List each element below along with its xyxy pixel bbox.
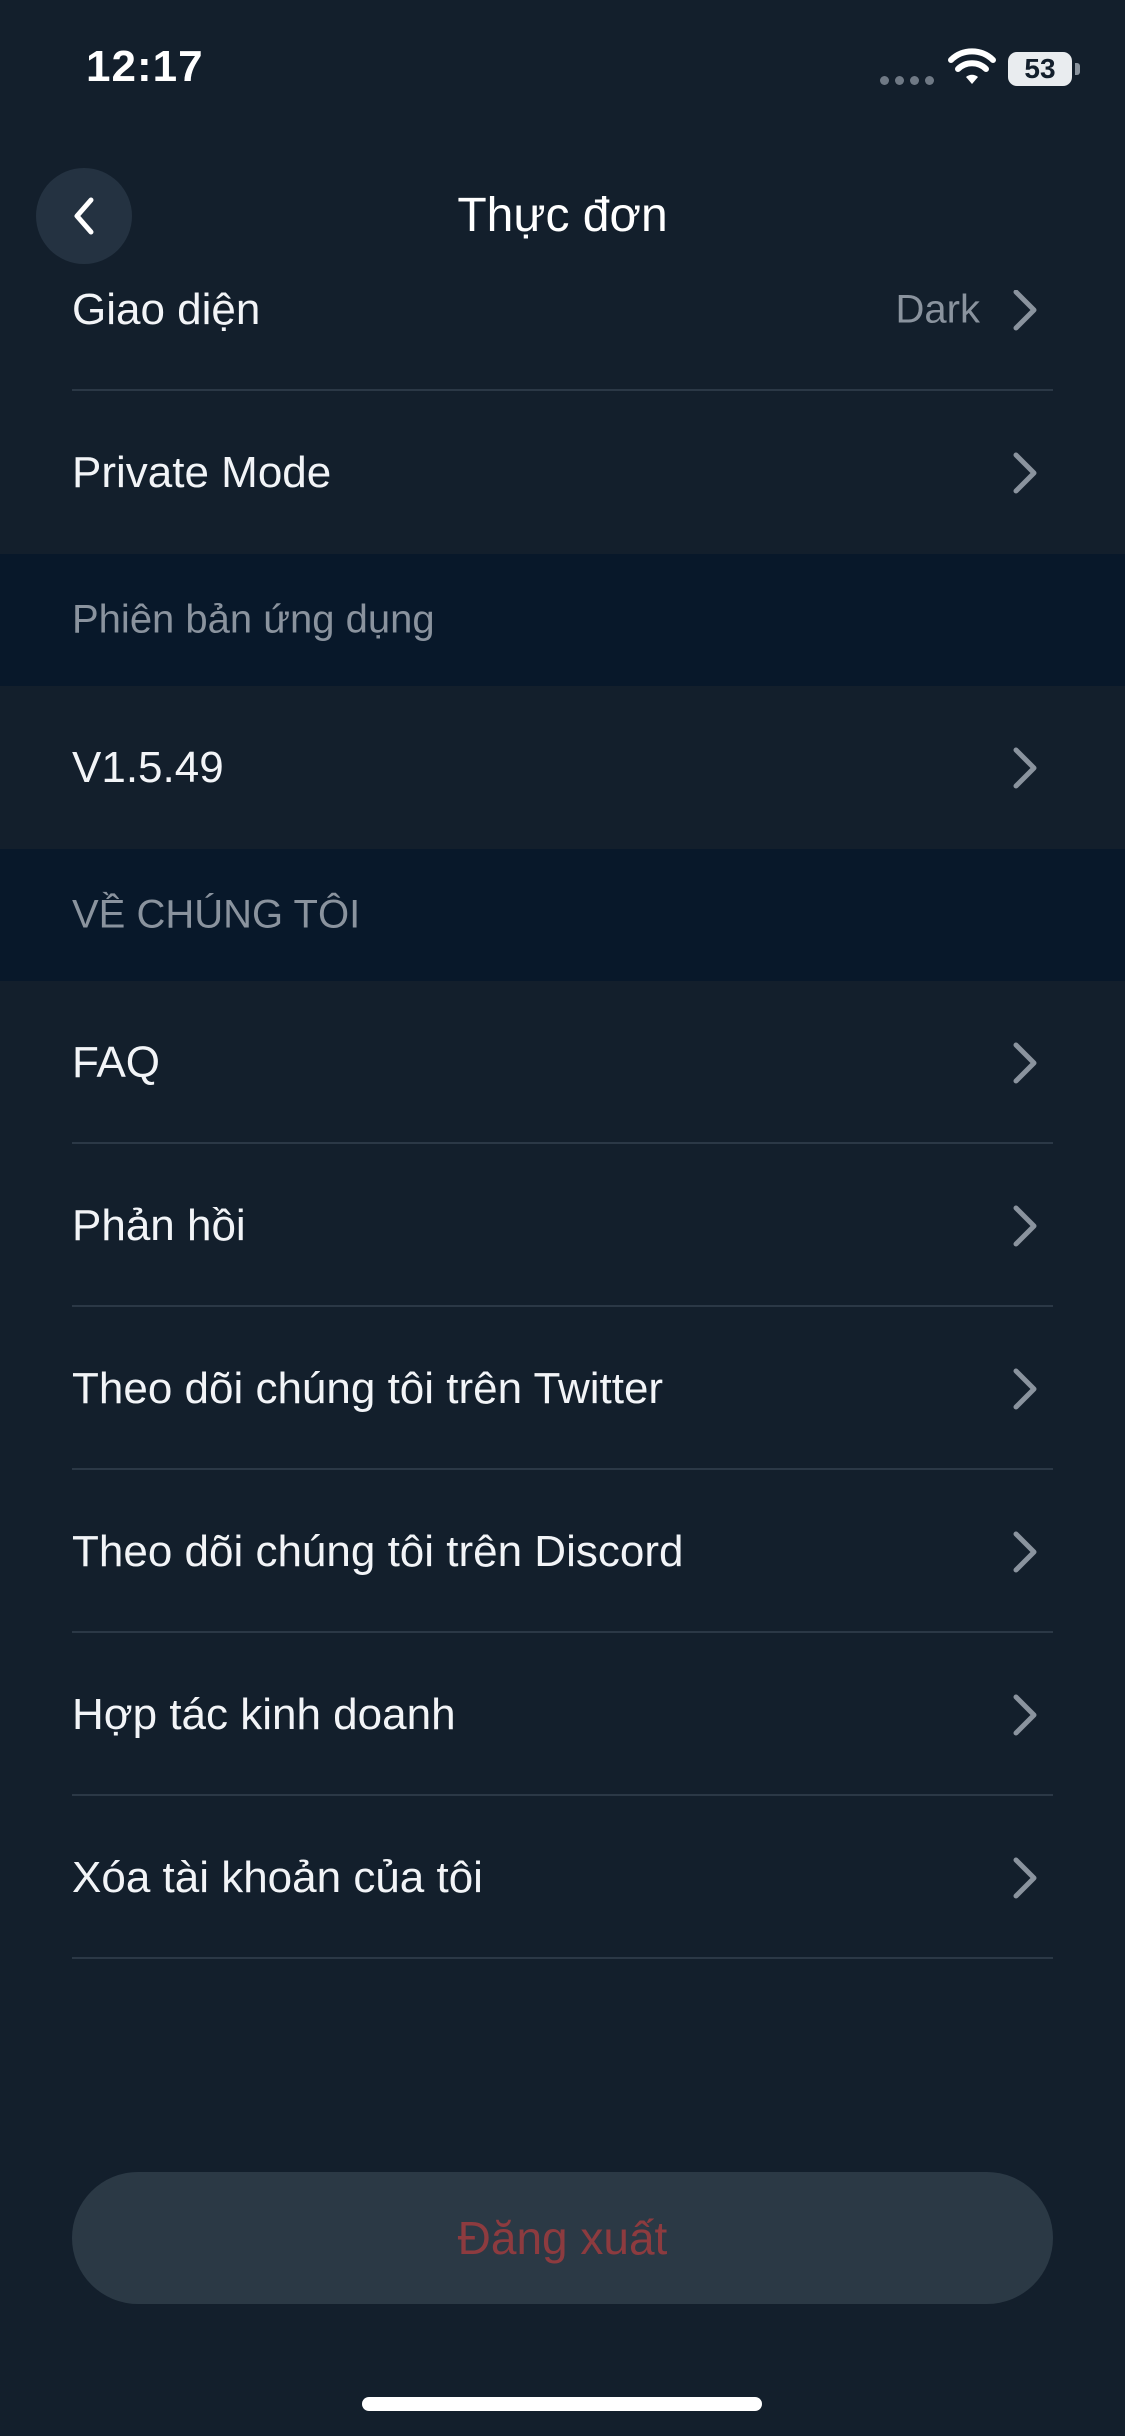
status-bar: 12:17 53 <box>0 0 1125 140</box>
wifi-icon <box>948 48 996 84</box>
row-label: Xóa tài khoản của tôi <box>72 1852 483 1902</box>
chevron-right-icon <box>1013 1042 1037 1083</box>
row-label: Hợp tác kinh doanh <box>72 1689 456 1739</box>
row-label: Giao diện <box>72 284 261 334</box>
row-label: Theo dõi chúng tôi trên Discord <box>72 1526 684 1576</box>
row-label: V1.5.49 <box>72 742 224 792</box>
settings-screen: 12:17 53 Giao diện Dark Private Mode Phi… <box>0 0 1125 2436</box>
chevron-right-icon <box>1013 1694 1037 1735</box>
section-title: Phiên bản ứng dụng <box>72 597 435 642</box>
logout-button[interactable]: Đăng xuất <box>72 2172 1053 2304</box>
battery-level: 53 <box>1024 53 1056 84</box>
row-divider <box>72 1957 1053 1959</box>
row-twitter[interactable]: Theo dõi chúng tôi trên Twitter <box>0 1307 1125 1470</box>
row-label: Theo dõi chúng tôi trên Twitter <box>72 1363 664 1413</box>
row-faq[interactable]: FAQ <box>0 981 1125 1144</box>
chevron-right-icon <box>1013 452 1037 493</box>
status-time: 12:17 <box>86 42 204 91</box>
chevron-right-icon <box>1013 1368 1037 1409</box>
nav-header: Thực đơn <box>0 140 1125 290</box>
row-label: Phản hồi <box>72 1200 246 1250</box>
cellular-signal-icon <box>880 76 934 85</box>
row-feedback[interactable]: Phản hồi <box>0 1144 1125 1307</box>
row-label: Private Mode <box>72 447 332 497</box>
row-app-version[interactable]: V1.5.49 <box>0 686 1125 849</box>
row-value: Dark <box>895 287 980 331</box>
row-label: FAQ <box>72 1037 161 1087</box>
chevron-right-icon <box>1013 289 1037 330</box>
chevron-right-icon <box>1013 1531 1037 1572</box>
row-discord[interactable]: Theo dõi chúng tôi trên Discord <box>0 1470 1125 1633</box>
section-header-app-version: Phiên bản ứng dụng <box>0 554 1125 686</box>
row-delete-account[interactable]: Xóa tài khoản của tôi <box>0 1796 1125 1959</box>
home-indicator <box>362 2397 762 2411</box>
row-private-mode[interactable]: Private Mode <box>0 391 1125 554</box>
row-business-cooperation[interactable]: Hợp tác kinh doanh <box>0 1633 1125 1796</box>
battery-tip <box>1075 63 1080 75</box>
page-title: Thực đơn <box>457 189 668 242</box>
section-title: VỀ CHÚNG TÔI <box>72 892 361 937</box>
section-header-about-us: VỀ CHÚNG TÔI <box>0 849 1125 981</box>
battery-icon: 53 <box>1008 52 1072 86</box>
chevron-right-icon <box>1013 1857 1037 1898</box>
chevron-right-icon <box>1013 1205 1037 1246</box>
chevron-right-icon <box>1013 747 1037 788</box>
